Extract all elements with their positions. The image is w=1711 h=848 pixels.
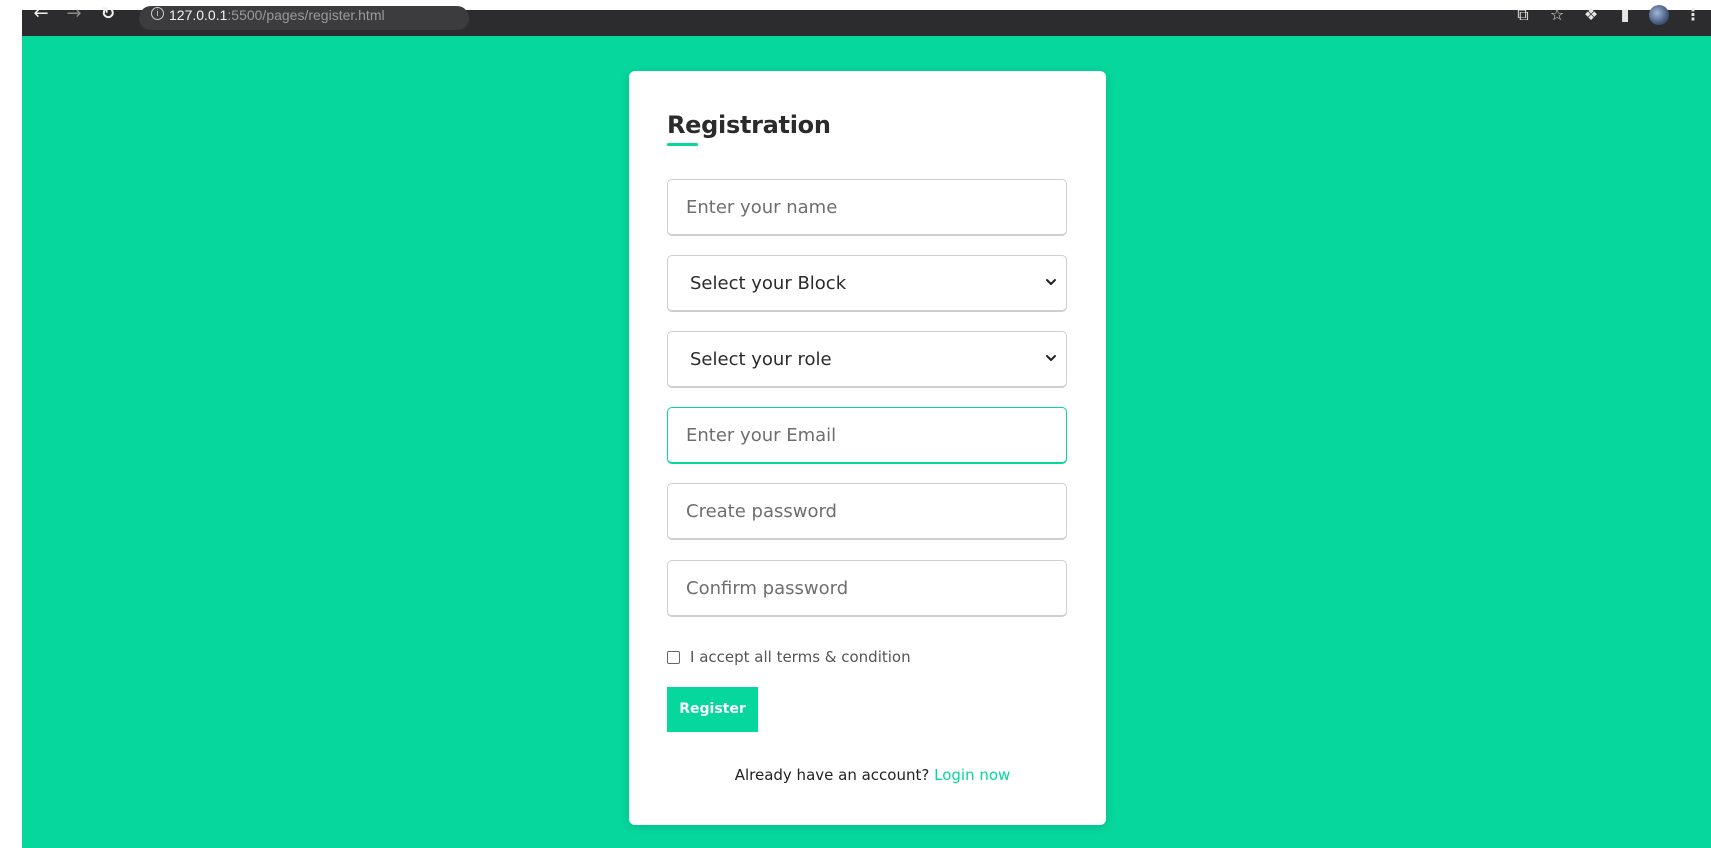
- confirm-password-field[interactable]: [667, 560, 1067, 617]
- back-arrow-icon[interactable]: ←: [32, 4, 50, 24]
- login-prompt-text: Already have an account?: [734, 766, 930, 784]
- browser-toolbar: ← → ↻ i 127.0.0.1:5500/pages/register.ht…: [22, 0, 1711, 36]
- block-select-value: Select your Block: [690, 273, 847, 294]
- page-title: Registration: [667, 111, 831, 139]
- role-select-value: Select your role: [690, 349, 832, 370]
- title-underline: [667, 143, 698, 146]
- menu-icon[interactable]: ⋮: [1683, 5, 1703, 25]
- create-password-field[interactable]: [667, 483, 1067, 540]
- reload-icon[interactable]: ↻: [99, 4, 117, 24]
- url-host: 127.0.0.1: [169, 7, 228, 23]
- terms-row: I accept all terms & condition: [667, 647, 911, 667]
- name-input[interactable]: [667, 179, 1067, 236]
- share-icon[interactable]: ⧉: [1513, 5, 1533, 25]
- email-field[interactable]: [667, 407, 1067, 464]
- toolbar-actions: ⧉ ☆ ❖ ▮ ⋮: [1513, 4, 1703, 26]
- avatar[interactable]: [1649, 5, 1669, 25]
- role-select[interactable]: Select your role: [667, 331, 1067, 388]
- registration-card: Registration Select your Block Select yo…: [629, 71, 1106, 825]
- block-select[interactable]: Select your Block: [667, 255, 1067, 312]
- info-icon[interactable]: i: [151, 7, 164, 20]
- register-button[interactable]: Register: [667, 687, 758, 732]
- login-link[interactable]: Login now: [934, 766, 1010, 784]
- terms-label[interactable]: I accept all terms & condition: [690, 648, 911, 666]
- extensions-icon[interactable]: ❖: [1581, 5, 1601, 25]
- chevron-down-icon: [1046, 355, 1056, 361]
- url-path: :5500/pages/register.html: [227, 7, 385, 23]
- address-bar[interactable]: i 127.0.0.1:5500/pages/register.html: [139, 6, 469, 30]
- forward-arrow-icon[interactable]: →: [65, 4, 83, 24]
- login-prompt: Already have an account? Login now: [629, 766, 1106, 784]
- star-icon[interactable]: ☆: [1547, 5, 1567, 25]
- terms-checkbox[interactable]: [667, 650, 680, 664]
- sidebar-icon[interactable]: ▮: [1615, 5, 1635, 25]
- chevron-down-icon: [1046, 279, 1056, 285]
- page-background: ← → ↻ i 127.0.0.1:5500/pages/register.ht…: [22, 0, 1711, 848]
